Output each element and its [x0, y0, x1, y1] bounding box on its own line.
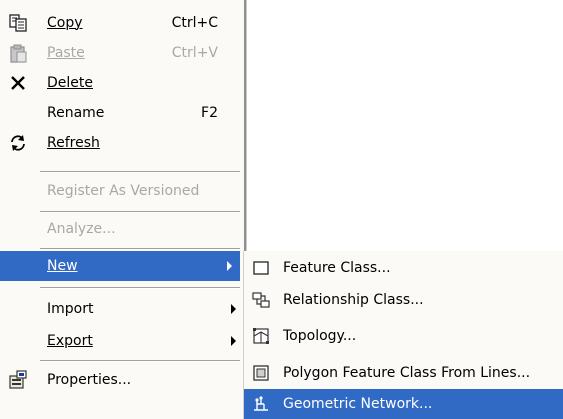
menu-separator [40, 360, 240, 362]
new-submenu: Feature Class... Relationship Class... T… [243, 251, 563, 419]
geometric-network-icon [254, 396, 268, 411]
submenu-item-geometric-network[interactable]: Geometric Network... [244, 389, 563, 419]
polygon-from-lines-icon [253, 365, 269, 381]
delete-x-icon [11, 76, 25, 90]
menu-item-import-label: Import [47, 301, 94, 317]
menu-item-register-as-versioned[interactable]: Register As Versioned [0, 176, 244, 206]
menu-item-import[interactable]: Import [0, 294, 244, 324]
feature-class-icon [253, 261, 269, 275]
menu-item-rename-shortcut: F2 [201, 105, 218, 121]
menu-item-copy[interactable]: Copy Ctrl+C [0, 8, 244, 38]
relationship-class-icon [252, 292, 270, 308]
menu-separator [40, 171, 240, 173]
submenu-arrow-icon [231, 336, 236, 346]
submenu-item-topology[interactable]: Topology... [244, 321, 563, 351]
submenu-arrow-icon [227, 261, 232, 271]
copy-icon [9, 14, 27, 32]
paste-icon [10, 44, 27, 63]
menu-item-rename-label: Rename [47, 105, 105, 121]
submenu-item-topology-label: Topology... [283, 328, 357, 344]
menu-separator [40, 248, 240, 250]
menu-item-new[interactable]: New [0, 251, 240, 281]
menu-item-paste-shortcut: Ctrl+V [171, 45, 218, 61]
menu-item-paste-label: Paste [47, 45, 85, 61]
submenu-item-feature-class-label: Feature Class... [283, 260, 391, 276]
properties-icon [9, 370, 27, 389]
menu-item-export-label: Export [47, 333, 93, 349]
submenu-item-feature-class[interactable]: Feature Class... [244, 253, 563, 283]
refresh-icon [11, 135, 25, 151]
menu-item-properties-label: Properties... [47, 372, 132, 388]
menu-item-analyze-label: Analyze... [47, 221, 116, 237]
menu-item-copy-label: Copy [47, 15, 83, 31]
submenu-item-polygon-feature-class-from-lines-label: Polygon Feature Class From Lines... [283, 365, 531, 381]
menu-item-properties[interactable]: Properties... [0, 365, 244, 395]
menu-item-delete[interactable]: Delete [0, 68, 244, 98]
submenu-item-relationship-class[interactable]: Relationship Class... [244, 285, 563, 315]
submenu-arrow-icon [231, 304, 236, 314]
menu-item-refresh-label: Refresh [47, 135, 100, 151]
menu-item-rename[interactable]: Rename F2 [0, 98, 244, 128]
menu-separator [40, 287, 240, 289]
menu-item-export[interactable]: Export [0, 326, 244, 356]
submenu-item-polygon-feature-class-from-lines[interactable]: Polygon Feature Class From Lines... [244, 358, 563, 388]
menu-item-delete-label: Delete [47, 75, 93, 91]
menu-item-new-label: New [47, 258, 78, 274]
topology-icon [253, 328, 269, 344]
submenu-item-relationship-class-label: Relationship Class... [283, 292, 424, 308]
menu-item-register-as-versioned-label: Register As Versioned [47, 183, 200, 199]
menu-item-analyze[interactable]: Analyze... [0, 214, 244, 244]
context-menu: Copy Ctrl+C Paste Ctrl+V Delete Rename F… [0, 0, 246, 419]
submenu-item-geometric-network-label: Geometric Network... [283, 396, 433, 412]
menu-item-refresh[interactable]: Refresh [0, 128, 244, 158]
menu-separator [40, 211, 240, 213]
menu-item-copy-shortcut: Ctrl+C [171, 15, 218, 31]
menu-item-paste[interactable]: Paste Ctrl+V [0, 38, 244, 68]
